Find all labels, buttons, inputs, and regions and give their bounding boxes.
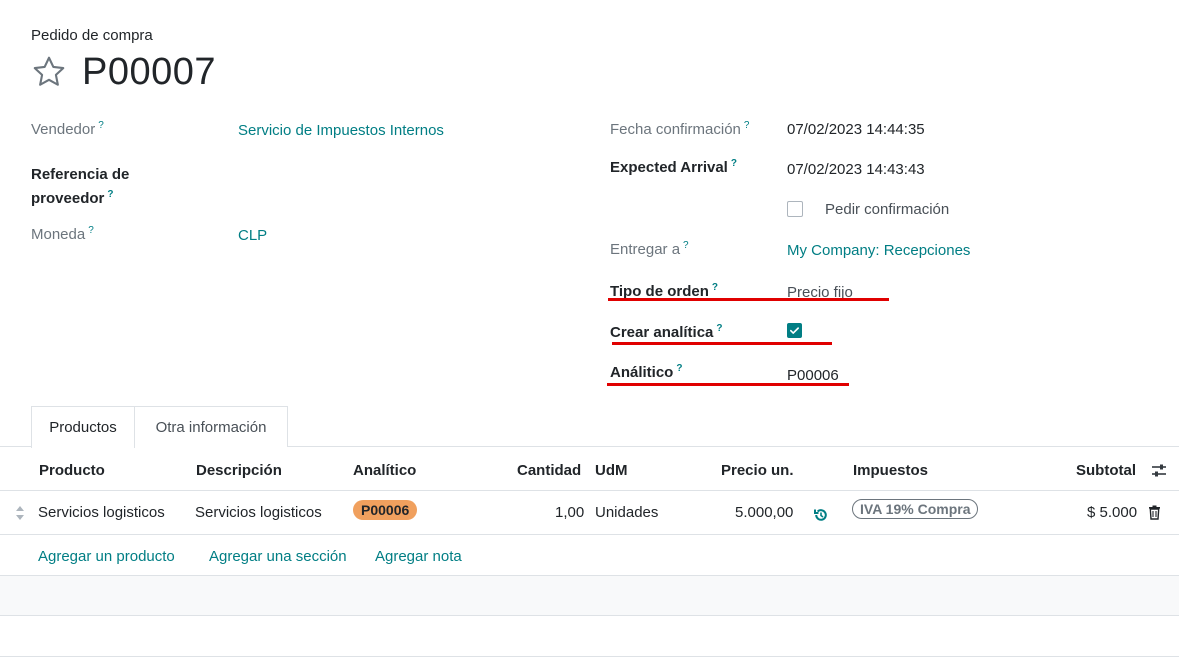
tab-productos[interactable]: Productos [31, 406, 135, 448]
table-row[interactable] [0, 491, 1179, 534]
cell-impuestos[interactable]: IVA 19% Compra [852, 499, 979, 519]
cell-descripcion[interactable]: Servicios logisticos [195, 504, 322, 521]
column-header-udm[interactable]: UdM [595, 462, 628, 479]
entregar-a-label: Entregar a? [610, 240, 689, 258]
cell-precio[interactable]: 5.000,00 [735, 504, 793, 521]
history-icon[interactable] [813, 507, 829, 523]
column-header-descripcion[interactable]: Descripción [196, 462, 282, 479]
vendedor-value[interactable]: Servicio de Impuestos Internos [238, 122, 444, 139]
column-header-precio[interactable]: Precio un. [721, 462, 794, 479]
help-icon[interactable]: ? [716, 323, 722, 334]
crear-analitica-checkbox[interactable] [787, 323, 802, 338]
record-title: P00007 [82, 51, 217, 93]
tax-tag[interactable]: IVA 19% Compra [852, 499, 979, 519]
checkmark-icon [790, 327, 799, 334]
highlight-underline [612, 342, 832, 345]
add-note-link[interactable]: Agregar nota [375, 548, 462, 565]
analitico-value[interactable]: P00006 [787, 367, 839, 384]
analytic-badge: P00006 [353, 500, 418, 520]
fecha-confirmacion-value[interactable]: 07/02/2023 14:44:35 [787, 121, 925, 138]
tab-otra-informacion[interactable]: Otra información [134, 406, 288, 447]
expected-arrival-value[interactable]: 07/02/2023 14:43:43 [787, 161, 925, 178]
help-icon[interactable]: ? [731, 158, 737, 169]
referencia-proveedor-label: Referencia de proveedor? [31, 166, 130, 207]
star-icon[interactable] [30, 54, 68, 90]
drag-handle-icon[interactable] [14, 505, 26, 521]
add-section-link[interactable]: Agregar una sección [209, 548, 347, 565]
pedir-confirmacion-checkbox[interactable] [787, 201, 803, 217]
column-header-cantidad[interactable]: Cantidad [517, 462, 581, 479]
column-header-impuestos[interactable]: Impuestos [853, 462, 928, 479]
cell-analitico[interactable]: P00006 [353, 500, 418, 520]
highlight-underline [608, 298, 889, 301]
analitico-label: Análitico? [610, 363, 683, 381]
moneda-value[interactable]: CLP [238, 227, 267, 244]
optional-columns-icon[interactable] [1150, 462, 1168, 480]
entregar-a-value[interactable]: My Company: Recepciones [787, 242, 970, 259]
empty-row [0, 576, 1179, 615]
help-icon[interactable]: ? [88, 225, 94, 236]
add-product-link[interactable]: Agregar un producto [38, 548, 175, 565]
document-type-label: Pedido de compra [31, 27, 153, 44]
cell-subtotal: $ 5.000 [1087, 504, 1138, 521]
cell-producto[interactable]: Servicios logisticos [38, 504, 165, 521]
help-icon[interactable]: ? [107, 189, 113, 200]
crear-analitica-label: Crear analítica? [610, 323, 723, 341]
help-icon[interactable]: ? [712, 282, 718, 293]
moneda-label: Moneda? [31, 225, 94, 243]
table-divider [0, 615, 1179, 616]
cell-cantidad[interactable]: 1,00 [555, 504, 584, 521]
expected-arrival-label: Expected Arrival? [610, 158, 737, 176]
column-header-analitico[interactable]: Analítico [353, 462, 416, 479]
pedir-confirmacion-label: Pedir confirmación [825, 201, 950, 218]
referencia-proveedor-input[interactable] [238, 163, 568, 187]
column-header-producto[interactable]: Producto [39, 462, 105, 479]
table-bottom-border [0, 656, 1179, 657]
help-icon[interactable]: ? [683, 240, 689, 251]
cell-udm[interactable]: Unidades [595, 504, 658, 521]
help-icon[interactable]: ? [676, 363, 682, 374]
help-icon[interactable]: ? [744, 120, 750, 131]
table-divider [0, 534, 1179, 535]
help-icon[interactable]: ? [98, 120, 104, 131]
vendedor-label: Vendedor? [31, 120, 104, 138]
column-header-subtotal[interactable]: Subtotal [1076, 462, 1136, 479]
trash-icon[interactable] [1148, 505, 1161, 520]
highlight-underline [607, 383, 849, 386]
fecha-confirmacion-label: Fecha confirmación? [610, 120, 750, 138]
